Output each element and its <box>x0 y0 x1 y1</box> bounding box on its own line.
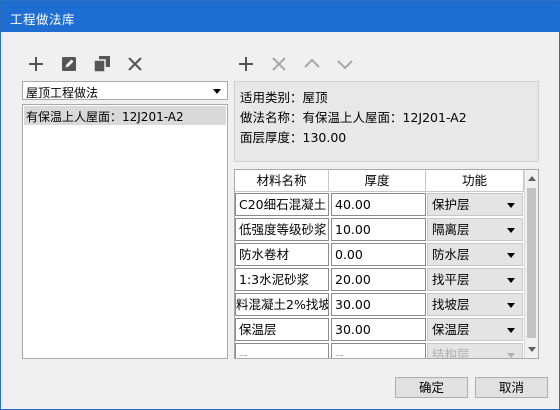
chevron-up-icon[interactable] <box>301 53 323 75</box>
material-cell[interactable]: 1:3水泥砂浆 <box>235 268 329 291</box>
scroll-down-icon[interactable] <box>528 347 536 352</box>
delete-layer-icon[interactable] <box>268 53 290 75</box>
scroll-up-icon[interactable] <box>528 176 536 181</box>
material-cell[interactable]: C20细石混凝土 <box>235 193 329 216</box>
chevron-down-icon <box>507 253 515 258</box>
practice-list[interactable]: 有保温上人屋面：12J201-A2 <box>22 104 228 359</box>
list-item-label: 有保温上人屋面：12J201-A2 <box>26 110 184 124</box>
category-select[interactable]: 屋顶工程做法 <box>22 81 228 100</box>
edit-icon[interactable] <box>58 53 80 75</box>
function-select[interactable]: 结构层 <box>427 343 523 359</box>
delete-icon[interactable] <box>124 53 146 75</box>
function-select-value: 找坡层 <box>432 297 470 312</box>
chevron-down-icon[interactable] <box>334 53 356 75</box>
thickness-cell[interactable]: 10.00 <box>331 218 426 241</box>
add-icon[interactable] <box>25 53 47 75</box>
function-select-value: 保护层 <box>432 197 470 212</box>
ok-button[interactable]: 确定 <box>395 377 468 398</box>
chevron-down-icon <box>507 278 515 283</box>
function-select[interactable]: 保护层 <box>427 193 523 216</box>
material-cell[interactable]: 料混凝土2%找坡 <box>235 293 329 316</box>
thickness-cell[interactable]: 0.00 <box>331 243 426 266</box>
function-select-value: 结构层 <box>432 347 470 359</box>
function-select-value: 防水层 <box>432 247 470 262</box>
column-header-function[interactable]: 功能 <box>426 170 524 192</box>
function-select-value: 保温层 <box>432 322 470 337</box>
vertical-scrollbar[interactable] <box>524 170 538 358</box>
function-select-value: 隔离层 <box>432 222 470 237</box>
material-cell[interactable]: 保温层 <box>235 318 329 341</box>
function-select-value: 找平层 <box>432 272 470 287</box>
chevron-down-icon <box>507 303 515 308</box>
category-select-value: 屋顶工程做法 <box>26 86 99 100</box>
info-panel: 适用类别：屋顶 做法名称：有保温上人屋面：12J201-A2 面层厚度：130.… <box>234 81 539 162</box>
list-item[interactable]: 有保温上人屋面：12J201-A2 <box>24 106 226 125</box>
function-select[interactable]: 找平层 <box>427 268 523 291</box>
function-select[interactable]: 找坡层 <box>427 293 523 316</box>
function-select[interactable]: 隔离层 <box>427 218 523 241</box>
material-cell[interactable]: -- <box>235 343 329 358</box>
chevron-down-icon <box>507 328 515 333</box>
material-cell[interactable]: 防水卷材 <box>235 243 329 266</box>
thickness-cell[interactable]: -- <box>331 343 426 358</box>
thickness-cell[interactable]: 20.00 <box>331 268 426 291</box>
copy-icon[interactable] <box>91 53 113 75</box>
thickness-cell[interactable]: 40.00 <box>331 193 426 216</box>
column-header-thickness[interactable]: 厚度 <box>329 170 426 192</box>
category-info: 适用类别：屋顶 <box>240 90 328 105</box>
practice-name-info: 做法名称：有保温上人屋面：12J201-A2 <box>240 110 467 125</box>
thickness-info: 面层厚度：130.00 <box>240 130 347 145</box>
title-bar[interactable]: 工程做法库 <box>1 1 559 32</box>
material-cell[interactable]: 低强度等级砂浆 <box>235 218 329 241</box>
dialog-window: 工程做法库 屋顶工程做法 有保温上人屋面：12J201-A2 适用类别：屋顶 做… <box>0 0 560 410</box>
chevron-down-icon <box>507 228 515 233</box>
layers-table[interactable]: 材料名称 厚度 功能 C20细石混凝土 40.00 保护层 低强度等级砂浆 10… <box>234 169 539 359</box>
chevron-down-icon <box>507 353 515 358</box>
scrollbar-thumb[interactable] <box>527 188 536 338</box>
window-title: 工程做法库 <box>10 12 76 27</box>
function-select[interactable]: 保温层 <box>427 318 523 341</box>
add-layer-icon[interactable] <box>235 53 257 75</box>
thickness-cell[interactable]: 30.00 <box>331 318 426 341</box>
function-select[interactable]: 防水层 <box>427 243 523 266</box>
chevron-down-icon <box>507 203 515 208</box>
chevron-down-icon <box>213 89 221 94</box>
thickness-cell[interactable]: 30.00 <box>331 293 426 316</box>
column-header-material[interactable]: 材料名称 <box>235 170 329 192</box>
cancel-button[interactable]: 取消 <box>475 377 548 398</box>
